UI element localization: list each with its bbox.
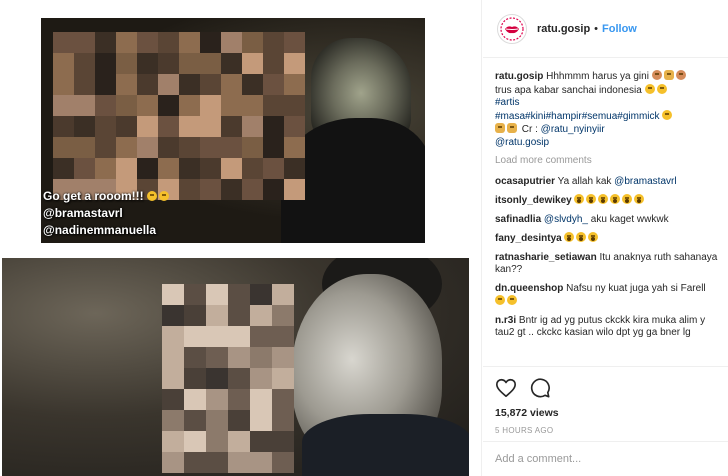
shocked-emoji-icon bbox=[610, 194, 621, 204]
comment-mention[interactable]: @bramastavrl bbox=[614, 176, 676, 187]
post-sidebar: ratu.gosip • Follow ratu.gosip Hhhmmm ha… bbox=[483, 0, 728, 476]
credit-prefix: Cr : bbox=[521, 124, 538, 135]
comment-item: itsonly_dewikey bbox=[495, 194, 728, 208]
comment-mention[interactable]: @slvdyh_ bbox=[544, 214, 588, 225]
comment-username[interactable]: safinadlia bbox=[495, 214, 541, 225]
person-emoji-icon bbox=[675, 70, 686, 80]
laughing-emoji-icon bbox=[147, 191, 158, 201]
hashtag-artis[interactable]: #artis bbox=[495, 97, 519, 108]
comment-username[interactable]: ocasaputrier bbox=[495, 176, 555, 187]
load-more-comments[interactable]: Load more comments bbox=[495, 155, 728, 168]
comment-item: safinadlia @slvdyh_ aku kaget wwkwk bbox=[495, 214, 728, 227]
laughing-emoji-icon bbox=[507, 295, 517, 305]
grin-emoji-icon bbox=[644, 83, 655, 94]
smile-emoji-icon bbox=[656, 83, 667, 94]
separator-dot: • bbox=[594, 22, 599, 35]
post-caption: ratu.gosip Hhhmmm harus ya gini trus apa… bbox=[495, 70, 728, 149]
lips-logo-icon bbox=[500, 16, 524, 41]
caption-line-2: trus apa kabar sanchai indonesia bbox=[495, 84, 642, 96]
shocked-emoji-icon bbox=[598, 194, 609, 204]
shocked-emoji-icon bbox=[574, 194, 585, 204]
follow-button[interactable]: Follow bbox=[602, 23, 637, 35]
post-header: ratu.gosip • Follow bbox=[483, 0, 728, 58]
hand-emoji-icon bbox=[663, 70, 674, 80]
comment-text: Bntr ig ad yg putus ckckk kira muka alim… bbox=[495, 314, 706, 339]
post-actions: 15,872 views 5 HOURS AGO bbox=[483, 366, 728, 435]
comment-input[interactable] bbox=[495, 453, 716, 465]
comment-item: n.r3i Bntr ig ad yg putus ckckk kira muk… bbox=[495, 315, 728, 340]
comment-username[interactable]: ratnasharie_setiawan bbox=[495, 252, 597, 263]
comment-bubble-icon[interactable] bbox=[529, 377, 551, 399]
comment-item: fany_desintya bbox=[495, 232, 728, 246]
caption-line-1: Hhhmmm harus ya gini bbox=[546, 71, 649, 82]
shocked-emoji-icon bbox=[564, 232, 575, 242]
shocked-emoji-icon bbox=[588, 232, 599, 242]
laughing-emoji-icon bbox=[495, 295, 505, 305]
add-comment-bar bbox=[483, 441, 728, 476]
shocked-emoji-icon bbox=[576, 232, 587, 242]
comments-section: ratu.gosip Hhhmmm harus ya gini trus apa… bbox=[483, 58, 728, 340]
pixelated-faces-bottom bbox=[162, 284, 294, 473]
shocked-emoji-icon bbox=[622, 194, 633, 204]
post-media[interactable]: Go get a rooom!!! @bramastavrl @nadinemm… bbox=[0, 0, 482, 476]
avatar[interactable] bbox=[497, 13, 527, 44]
caption-mention[interactable]: @ratu.gosip bbox=[495, 137, 549, 148]
caption-username[interactable]: ratu.gosip bbox=[495, 71, 543, 82]
header-username[interactable]: ratu.gosip bbox=[537, 23, 590, 35]
heart-icon[interactable] bbox=[495, 377, 517, 399]
comment-username[interactable]: itsonly_dewikey bbox=[495, 195, 572, 206]
comment-text: Ya allah kak bbox=[557, 175, 612, 187]
victory-hand-icon bbox=[495, 123, 505, 133]
comment-text: Nafsu ny kuat juga yah si Farell bbox=[566, 282, 706, 294]
shocked-emoji-icon bbox=[586, 194, 597, 204]
hashtag-group[interactable]: #masa#kini#hampir#semua#gimmick bbox=[495, 111, 660, 122]
comment-item: dn.queenshop Nafsu ny kuat juga yah si F… bbox=[495, 283, 728, 309]
laughing-emoji-icon bbox=[159, 191, 170, 201]
comment-username[interactable]: fany_desintya bbox=[495, 233, 562, 244]
comment-username[interactable]: dn.queenshop bbox=[495, 283, 563, 294]
video-frame-bottom bbox=[2, 244, 469, 476]
video-frame-top: Go get a rooom!!! @bramastavrl @nadinemm… bbox=[41, 18, 425, 243]
person-emoji-icon bbox=[651, 70, 662, 80]
comment-text: aku kaget wwkwk bbox=[590, 213, 669, 225]
comment-item: ratnasharie_setiawan Itu anaknya ruth sa… bbox=[495, 252, 728, 277]
view-count[interactable]: 15,872 views bbox=[495, 407, 716, 419]
tongue-emoji-icon bbox=[662, 109, 673, 120]
shocked-emoji-icon bbox=[634, 194, 645, 204]
comment-item: ocasaputrier Ya allah kak @bramastavrl bbox=[495, 176, 728, 189]
video-overlay-caption: Go get a rooom!!! @bramastavrl @nadinemm… bbox=[43, 188, 171, 239]
comment-username[interactable]: n.r3i bbox=[495, 315, 516, 326]
victory-hand-icon bbox=[507, 123, 517, 133]
pixelated-faces-top bbox=[53, 32, 305, 200]
timestamp[interactable]: 5 HOURS AGO bbox=[495, 426, 716, 435]
credit-user-link[interactable]: @ratu_nyinyiir bbox=[541, 124, 605, 135]
